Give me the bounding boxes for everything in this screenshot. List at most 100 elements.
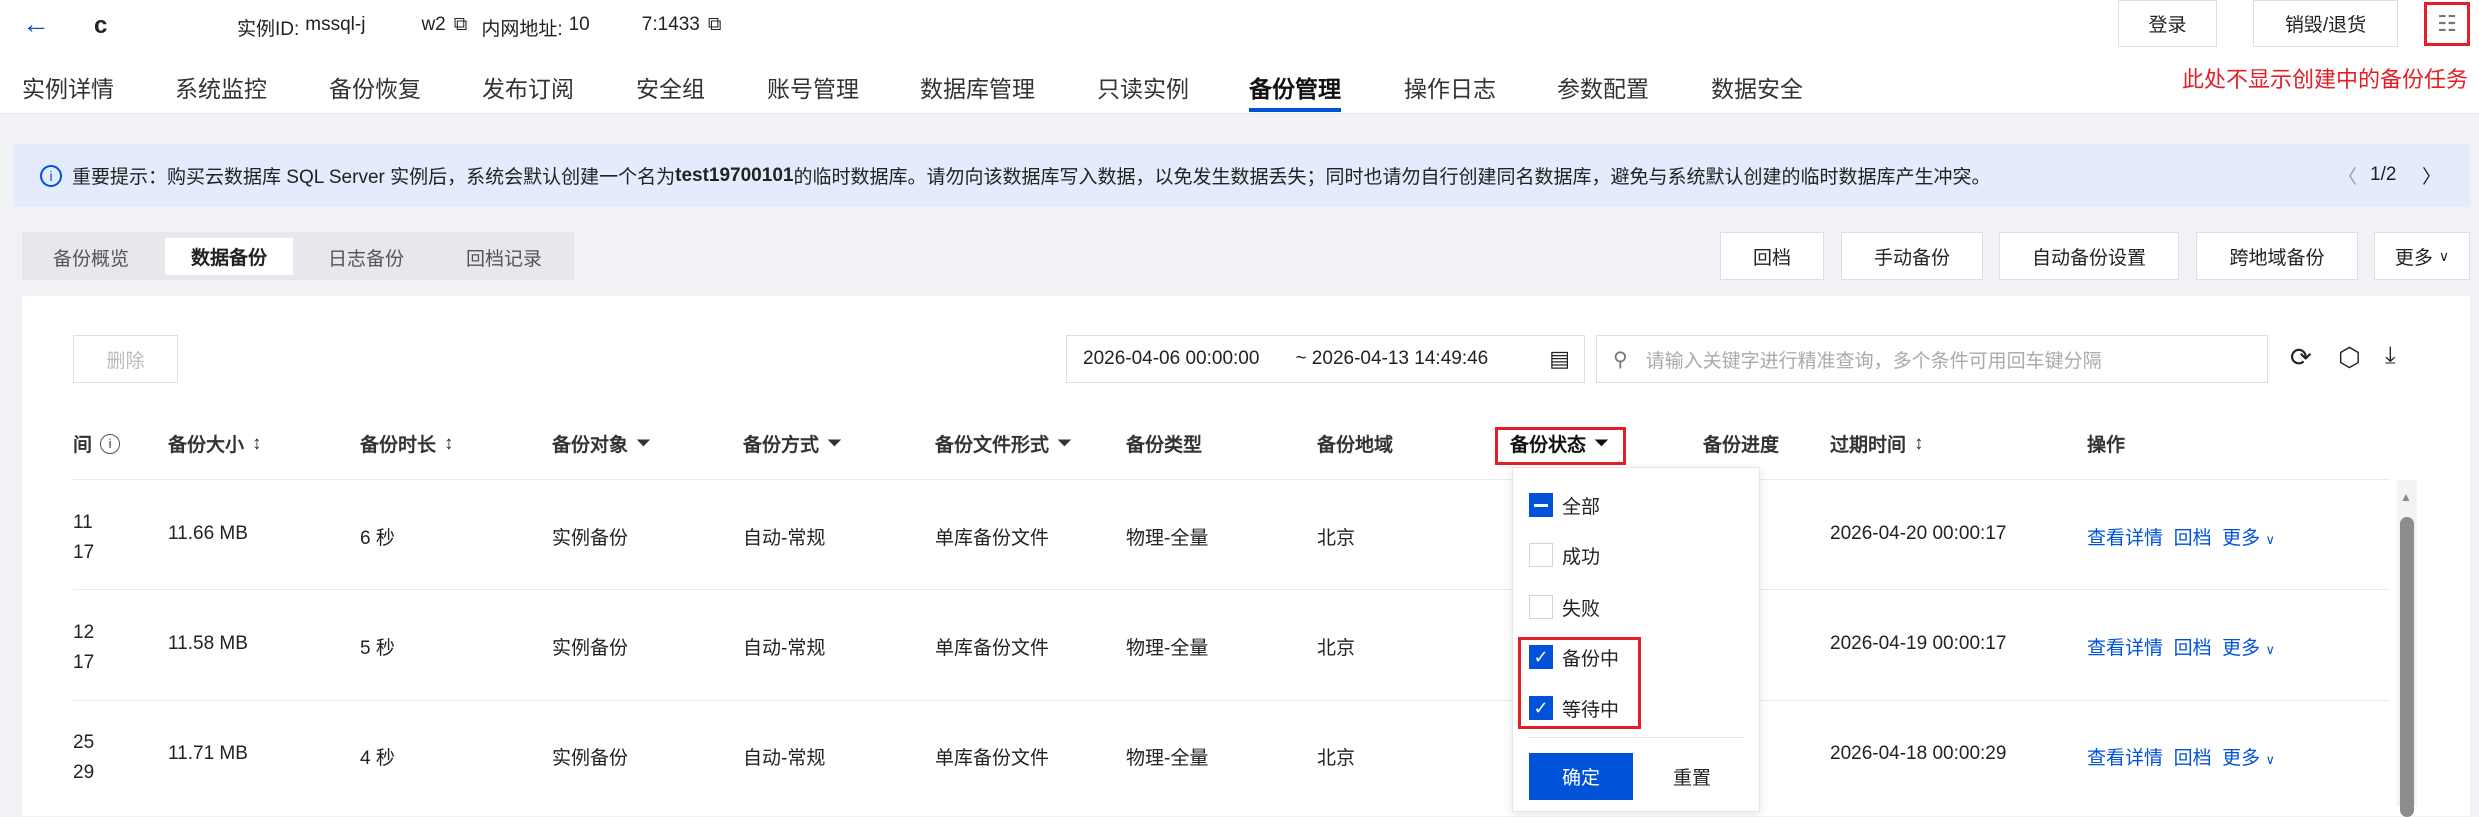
tab-databases[interactable]: 数据库管理: [920, 70, 1035, 104]
file-form-cell: 单库备份文件: [935, 638, 1050, 659]
mode-cell: 自动-常规: [743, 528, 826, 549]
duration-cell: 6 秒: [360, 528, 395, 549]
copy-icon[interactable]: ⧉: [454, 14, 468, 41]
subtab-data-backup[interactable]: 数据备份: [165, 238, 293, 275]
scrollbar[interactable]: ▲: [2397, 480, 2417, 817]
more-button[interactable]: 更多 ∨: [2374, 232, 2470, 280]
search-placeholder: 请输入关键字进行精准查询，多个条件可用回车键分隔: [1645, 350, 2102, 372]
view-detail-link[interactable]: 查看详情: [2087, 528, 2163, 549]
active-tab-indicator: [1249, 108, 1341, 112]
subtab-overview[interactable]: 备份概览: [53, 244, 129, 271]
delete-button[interactable]: 删除: [73, 335, 178, 383]
info-icon[interactable]: i: [100, 433, 121, 454]
scrollbar-thumb[interactable]: [2400, 517, 2414, 817]
chevron-down-icon: ∨: [2265, 752, 2275, 767]
address-end: 7:1433: [641, 14, 700, 35]
tab-parameters[interactable]: 参数配置: [1557, 70, 1649, 104]
destroy-button[interactable]: 销毁/退货: [2253, 0, 2398, 47]
column-header-time: 间i: [73, 430, 121, 457]
tab-backup-restore[interactable]: 备份恢复: [329, 70, 421, 104]
cross-region-backup-button[interactable]: 跨地域备份: [2196, 232, 2358, 280]
rollback-button[interactable]: 回档: [1720, 232, 1824, 280]
column-header-size[interactable]: 备份大小 ↕: [168, 430, 262, 457]
login-button[interactable]: 登录: [2118, 0, 2217, 47]
filter-icon[interactable]: ⏷: [827, 433, 842, 455]
more-link[interactable]: 更多: [2222, 638, 2260, 659]
tab-accounts[interactable]: 账号管理: [767, 70, 859, 104]
settings-icon[interactable]: ⬡: [2338, 342, 2361, 373]
column-header-file-form[interactable]: 备份文件形式 ⏷: [935, 430, 1072, 457]
duration-cell: 4 秒: [360, 748, 395, 769]
view-detail-link[interactable]: 查看详情: [2087, 748, 2163, 769]
tab-backup-management[interactable]: 备份管理: [1249, 70, 1341, 104]
next-icon[interactable]: 〉: [2422, 162, 2441, 189]
address-start: 10: [568, 14, 590, 35]
search-input[interactable]: ⚲ 请输入关键字进行精准查询，多个条件可用回车键分隔: [1596, 335, 2268, 383]
auto-backup-settings-button[interactable]: 自动备份设置: [1999, 232, 2179, 280]
column-header-object[interactable]: 备份对象 ⏷: [552, 430, 651, 457]
banner-text-suffix: 的临时数据库。请勿向该数据库写入数据，以免发生数据丢失；同时也请勿自行创建同名数…: [793, 167, 1991, 188]
back-arrow-icon[interactable]: ←: [22, 8, 50, 40]
refresh-icon[interactable]: ⟳: [2290, 342, 2312, 373]
expire-cell: 2026-04-20 00:00:17: [1830, 523, 2007, 544]
banner-page: 1/2: [2370, 164, 2397, 185]
redacted: [590, 14, 642, 41]
expire-cell: 2026-04-18 00:00:29: [1830, 743, 2007, 764]
checkbox-failed[interactable]: [1529, 595, 1553, 619]
task-list-icon[interactable]: ☷: [2424, 2, 2470, 46]
more-link[interactable]: 更多: [2222, 528, 2260, 549]
scroll-up-icon[interactable]: ▲: [2400, 490, 2412, 504]
action-links: 查看详情 回档 更多 ∨: [2087, 523, 2275, 550]
prev-icon[interactable]: 〈: [2338, 162, 2357, 189]
banner-db-name: test19700101: [675, 164, 794, 186]
subtab-rollback-records[interactable]: 回档记录: [466, 244, 542, 271]
manual-backup-button[interactable]: 手动备份: [1841, 232, 1983, 280]
rollback-link[interactable]: 回档: [2174, 528, 2212, 549]
time-cell: 11 17: [73, 512, 95, 563]
rollback-link[interactable]: 回档: [2174, 748, 2212, 769]
column-header-expire[interactable]: 过期时间 ↕: [1830, 430, 1924, 457]
confirm-button[interactable]: 确定: [1529, 753, 1633, 800]
date-range-picker[interactable]: 2026-04-06 00:00:00 ~ 2026-04-13 14:49:46…: [1066, 335, 1585, 383]
column-header-duration[interactable]: 备份时长 ↕: [360, 430, 454, 457]
view-detail-link[interactable]: 查看详情: [2087, 638, 2163, 659]
instance-name: c: [94, 12, 108, 39]
date-end: ~ 2026-04-13 14:49:46: [1295, 348, 1489, 369]
filter-icon[interactable]: ⏷: [1057, 433, 1072, 455]
sort-icon[interactable]: ↕: [252, 433, 262, 455]
sort-icon[interactable]: ↕: [444, 433, 454, 455]
tab-security-group[interactable]: 安全组: [636, 70, 705, 104]
column-header-mode[interactable]: 备份方式 ⏷: [743, 430, 842, 457]
region-cell: 北京: [1317, 638, 1356, 659]
more-label: 更多: [2394, 247, 2433, 269]
tab-operation-log[interactable]: 操作日志: [1404, 70, 1496, 104]
info-icon: i: [40, 164, 62, 187]
filter-icon[interactable]: ⏷: [636, 433, 651, 455]
copy-icon[interactable]: ⧉: [708, 14, 722, 41]
column-title: 备份文件形式: [935, 435, 1050, 456]
subtab-log-backup[interactable]: 日志备份: [328, 244, 404, 271]
column-header-type: 备份类型: [1126, 435, 1203, 456]
download-icon[interactable]: ⤓: [2385, 342, 2396, 370]
more-link[interactable]: 更多: [2222, 748, 2260, 769]
chevron-down-icon: ∨: [2265, 642, 2275, 657]
column-title: 备份方式: [743, 435, 820, 456]
mode-cell: 自动-常规: [743, 748, 826, 769]
time-cell: 25 29: [73, 732, 95, 783]
size-cell: 11.66 MB: [168, 523, 248, 544]
mode-cell: 自动-常规: [743, 638, 826, 659]
size-cell: 11.71 MB: [168, 743, 248, 764]
tab-data-security[interactable]: 数据安全: [1711, 70, 1803, 104]
region-cell: 北京: [1317, 748, 1356, 769]
tab-readonly[interactable]: 只读实例: [1097, 70, 1189, 104]
tab-instance-detail[interactable]: 实例详情: [22, 70, 114, 104]
checkbox-success[interactable]: [1529, 543, 1553, 567]
sort-icon[interactable]: ↕: [1914, 433, 1924, 455]
reset-button[interactable]: 重置: [1673, 763, 1711, 790]
tab-publish[interactable]: 发布订阅: [482, 70, 574, 104]
checkbox-all[interactable]: [1529, 493, 1553, 517]
banner-text: 重要提示：购买云数据库 SQL Server 实例后，系统会默认创建一个名为: [72, 167, 676, 188]
rollback-link[interactable]: 回档: [2174, 638, 2212, 659]
tab-monitor[interactable]: 系统监控: [175, 70, 267, 104]
type-cell: 物理-全量: [1126, 528, 1209, 549]
